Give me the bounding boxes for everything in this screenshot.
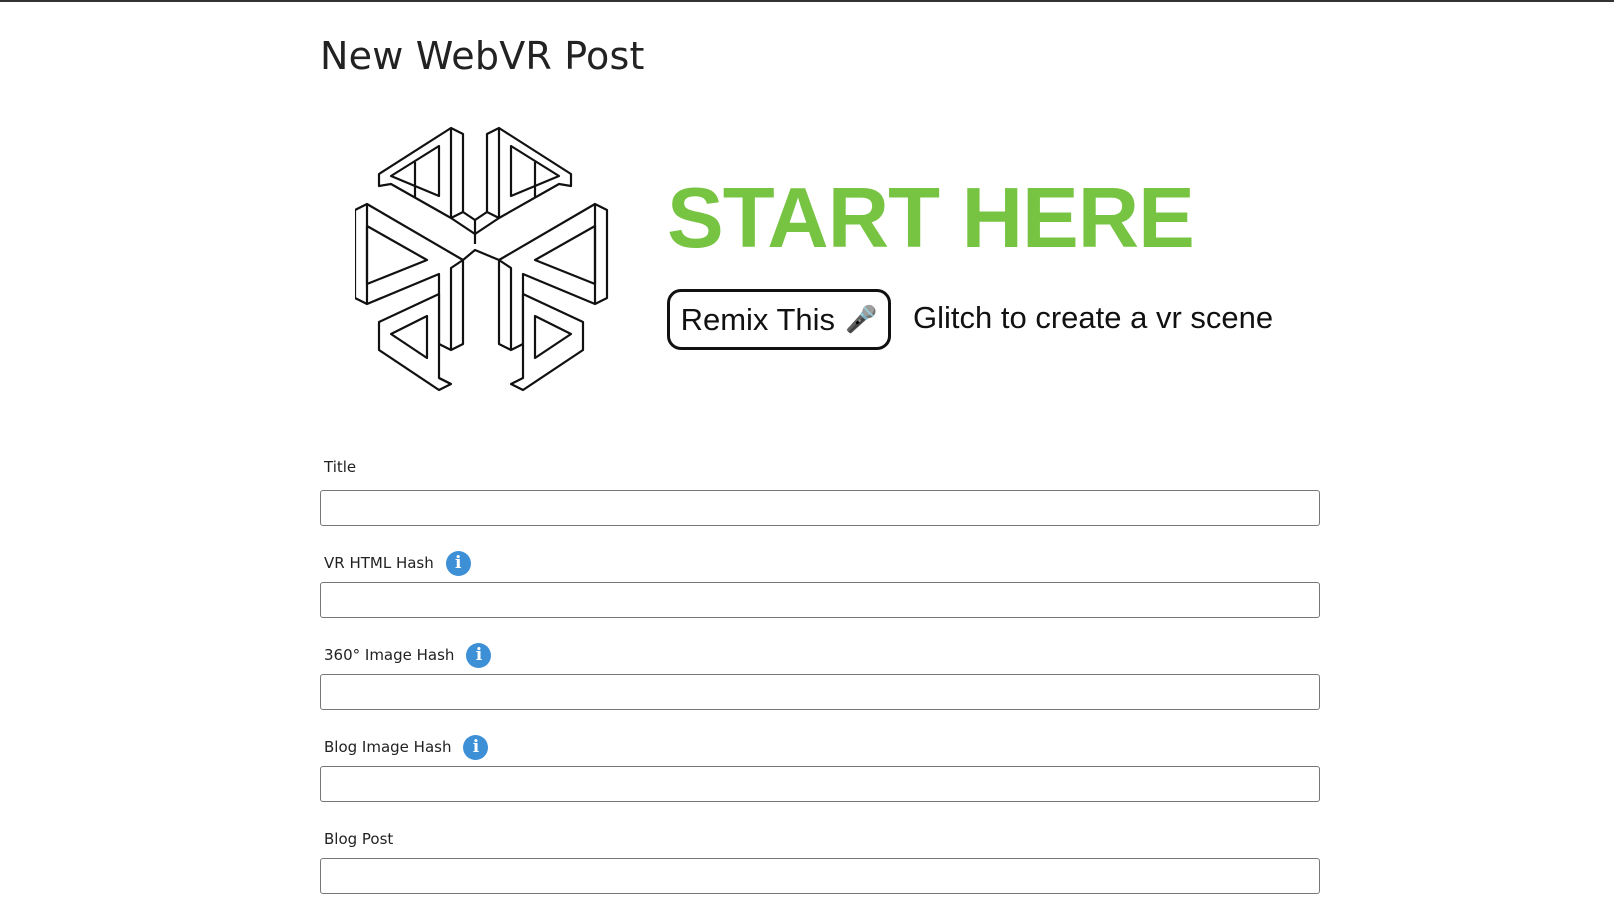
title-label-text: Title [324,458,357,476]
vr-html-hash-input[interactable] [320,582,1320,618]
title-input[interactable] [320,490,1320,526]
vr-html-hash-field: VR HTML Hash i [320,548,1320,618]
remix-button-label: Remix This [680,301,836,337]
image-360-hash-input[interactable] [320,674,1320,710]
title-label: Title [320,452,1320,482]
impossible-cube-logo-icon [355,126,609,392]
image-360-hash-label-text: 360° Image Hash [324,646,455,664]
vr-html-hash-label-text: VR HTML Hash [324,554,434,572]
start-here-headline: START HERE [667,171,1195,266]
blog-image-hash-label: Blog Image Hash i [320,732,1320,762]
microphone-icon: 🎤 [845,304,878,334]
image-360-hash-field: 360° Image Hash i [320,640,1320,710]
image-360-hash-label: 360° Image Hash i [320,640,1320,670]
blog-post-field: Blog Post [320,824,1320,894]
blog-image-hash-input[interactable] [320,766,1320,802]
remix-this-button[interactable]: Remix This 🎤 [667,289,891,350]
start-here-banner[interactable]: START HERE Remix This 🎤 Glitch to create… [355,126,1315,396]
info-icon[interactable]: i [445,550,471,576]
blog-post-label: Blog Post [320,824,1320,854]
vr-html-hash-label: VR HTML Hash i [320,548,1320,578]
info-icon[interactable]: i [463,734,489,760]
new-post-form: Title VR HTML Hash i 360° Image Hash i B… [320,452,1320,916]
blog-post-label-text: Blog Post [324,830,394,848]
blog-post-input[interactable] [320,858,1320,894]
blog-image-hash-field: Blog Image Hash i [320,732,1320,802]
top-border [0,0,1614,2]
page-title: New WebVR Post [320,34,645,78]
blog-image-hash-label-text: Blog Image Hash [324,738,452,756]
info-icon[interactable]: i [466,642,492,668]
title-field: Title [320,452,1320,526]
banner-tagline: Glitch to create a vr scene [913,300,1274,335]
